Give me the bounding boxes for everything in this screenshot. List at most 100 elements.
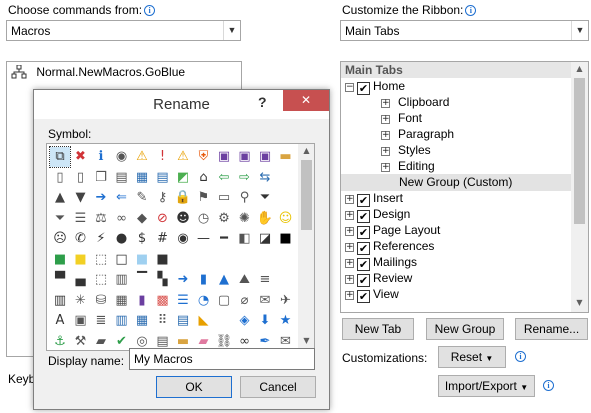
expand-icon[interactable]: + (345, 227, 354, 236)
scroll-thumb[interactable] (301, 160, 312, 230)
tree-scrollbar[interactable]: ▲ ▼ (571, 62, 588, 312)
exclamation-icon[interactable]: ! (153, 147, 173, 167)
checkbox[interactable]: ✔ (357, 290, 370, 303)
scroll-thumb[interactable] (574, 78, 585, 224)
expand-icon[interactable]: + (345, 259, 354, 268)
tree-item[interactable]: + ✔ View (345, 286, 399, 303)
text-a-icon[interactable]: A (50, 311, 70, 331)
folder-icon[interactable]: ▬ (276, 147, 296, 167)
save-all-icon[interactable]: ▣ (255, 147, 275, 167)
star-icon[interactable]: ★ (276, 311, 296, 331)
rule-icon[interactable]: ━ (214, 229, 234, 249)
funnel-icon[interactable]: ⏷ (50, 209, 70, 229)
compass-icon[interactable]: ✈ (276, 291, 296, 311)
flag-icon[interactable]: ⚑ (194, 188, 214, 208)
scales-icon[interactable]: ⚖ (91, 209, 111, 229)
tree-item[interactable]: + ✔ Mailings (345, 254, 417, 271)
document-icon[interactable]: ▤ (112, 168, 132, 188)
right-arrow-icon[interactable]: ➔ (91, 188, 111, 208)
magnify-icon[interactable]: ⚲ (235, 188, 255, 208)
tree-item[interactable]: + ✔ Design (345, 206, 410, 223)
save-icon[interactable]: ▣ (214, 147, 234, 167)
black-icon[interactable]: ■ (276, 229, 296, 249)
clock-icon[interactable]: ◷ (194, 209, 214, 229)
tree-item[interactable]: + ✔ Page Layout (345, 222, 440, 239)
shapes-icon[interactable]: ▲ (214, 270, 234, 290)
book-icon[interactable]: ▮ (132, 291, 152, 311)
dots-icon[interactable]: ⠿ (153, 311, 173, 331)
dotted-sq-icon[interactable]: ⬚ (91, 250, 111, 270)
green-sq-icon[interactable]: ■ (50, 250, 70, 270)
scroll-up-icon[interactable]: ▲ (571, 64, 588, 73)
list-icon[interactable]: ☰ (71, 209, 91, 229)
number-icon[interactable]: # (153, 229, 173, 249)
symbol-grid[interactable]: ⧉ ✖ ℹ ◉ ⚠! ⚠ ⛨ ▣ ▣ ▣ ▬ ▯ ▯ ❐ ▤ ▦ ▤ ◩ ⌂ ⇦ ⇨ ⇆ ▲ ▼ ➔ ⇐ ✎ ⚷ 🔒 ⚑ ▭ ⚲ ⏷ ⏷ ☰ ⚖ ∞ ◆ ⊘… (46, 143, 315, 351)
checker-icon[interactable]: ▚ (153, 270, 173, 290)
new-group-button[interactable]: New Group (426, 318, 504, 340)
mail-icon[interactable]: ✉ (255, 291, 275, 311)
expand-icon[interactable]: + (345, 291, 354, 300)
down-icon[interactable]: ▼ (71, 188, 91, 208)
expand-icon[interactable]: + (381, 163, 390, 172)
tree-item[interactable]: + Styles (381, 142, 431, 159)
filter-icon[interactable]: ⏷ (255, 188, 275, 208)
bars-icon[interactable]: ▥ (112, 311, 132, 331)
tree-item[interactable]: + ✔ Review (345, 270, 412, 287)
list-lines-icon[interactable]: ☰ (173, 291, 193, 311)
symbol-scrollbar[interactable]: ▲ ▼ (298, 144, 314, 350)
key-icon[interactable]: ⚷ (153, 188, 173, 208)
expand-icon[interactable]: + (345, 275, 354, 284)
frame-top-icon[interactable]: ▀ (50, 270, 70, 290)
ribbon-tree[interactable]: Main Tabs − ✔ Home + Clipboard + Font + Paragrap… (340, 61, 589, 313)
rings-icon[interactable]: ∞ (112, 209, 132, 229)
smile-icon[interactable]: ☺ (276, 209, 296, 229)
up-icon[interactable]: ▲ (50, 188, 70, 208)
table-icon[interactable]: ▦ (132, 168, 152, 188)
back-icon[interactable]: ⇦ (214, 168, 234, 188)
dash-icon[interactable]: — (194, 229, 214, 249)
dark-sq-icon[interactable]: ■ (153, 250, 173, 270)
web-icon[interactable]: ✳ (71, 291, 91, 311)
pin-icon[interactable]: ✎ (132, 188, 152, 208)
mountain-icon[interactable]: ⛰ (235, 270, 255, 290)
bolt-icon[interactable]: ⚡ (91, 229, 111, 249)
page-icon[interactable]: ▯ (50, 168, 70, 188)
chart-icon[interactable]: ◔ (194, 291, 214, 311)
stop-icon[interactable]: ◉ (112, 147, 132, 167)
sky-sq-icon[interactable]: ■ (132, 250, 152, 270)
half-icon[interactable]: ◧ (235, 229, 255, 249)
id-icon[interactable]: ▢ (214, 291, 234, 311)
phone-icon[interactable]: ✆ (71, 229, 91, 249)
cylinder-icon[interactable]: ⛁ (91, 291, 111, 311)
tree-item[interactable]: + Clipboard (381, 94, 449, 111)
scroll-up-icon[interactable]: ▲ (298, 146, 314, 155)
tools-icon[interactable]: ⚒ (71, 332, 91, 351)
dialog-titlebar[interactable]: Rename ? ✕ (34, 90, 329, 119)
expand-icon[interactable]: + (381, 99, 390, 108)
save-as-icon[interactable]: ▣ (235, 147, 255, 167)
expand-icon[interactable]: + (345, 211, 354, 220)
help-button[interactable]: ? (258, 94, 267, 110)
home-icon[interactable]: ⌂ (194, 168, 214, 188)
dollar-icon[interactable]: $ (132, 229, 152, 249)
ok-button[interactable]: OK (156, 376, 232, 398)
box-stripe-icon[interactable]: ▥ (112, 270, 132, 290)
scroll-down-icon[interactable]: ▼ (571, 298, 588, 307)
reset-button[interactable]: Reset ▼ (438, 346, 506, 368)
expand-icon[interactable]: + (381, 115, 390, 124)
tree-item[interactable]: + ✔ Insert (345, 190, 403, 207)
merge-icon[interactable]: ⇆ (255, 168, 275, 188)
new-tab-button[interactable]: New Tab (342, 318, 414, 340)
expand-icon[interactable]: + (345, 243, 354, 252)
expand-icon[interactable]: + (381, 131, 390, 140)
sun-icon[interactable]: ✺ (235, 209, 255, 229)
expand-icon[interactable]: + (381, 147, 390, 156)
warning-icon[interactable]: ⚠ (132, 147, 152, 167)
picture-icon[interactable]: ▩ (153, 291, 173, 311)
close-button[interactable]: ✕ (283, 90, 329, 111)
tree-item[interactable]: + ✔ References (345, 238, 434, 255)
person-icon[interactable]: ☻ (173, 209, 193, 229)
choose-commands-dropdown[interactable]: Macros ▼ (6, 20, 241, 41)
tree-item[interactable]: − ✔ Home (345, 78, 405, 95)
yellow-sq-icon[interactable]: ■ (71, 250, 91, 270)
